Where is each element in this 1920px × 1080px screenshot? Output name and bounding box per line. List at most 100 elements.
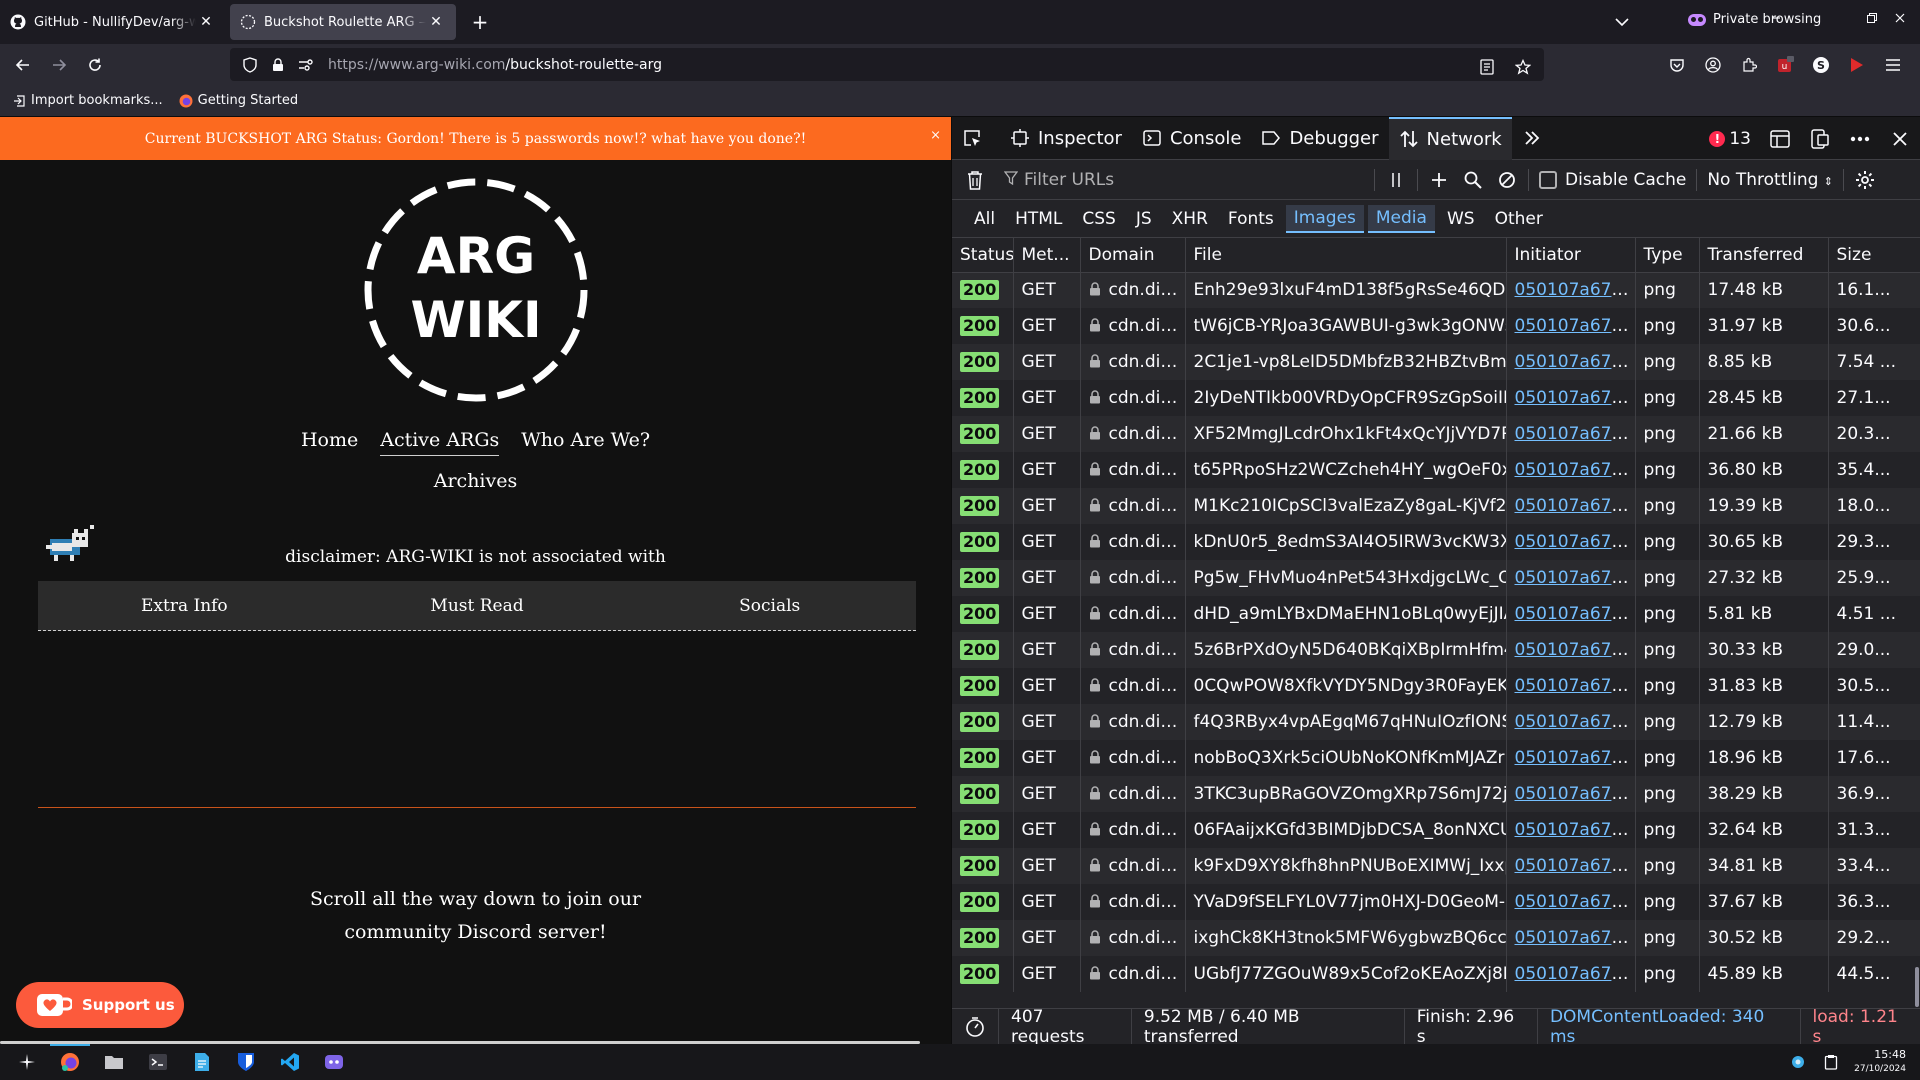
performance-analysis-button[interactable] xyxy=(952,1008,999,1045)
more-options-icon[interactable] xyxy=(1849,128,1871,150)
table-row[interactable]: 200 GET cdn.disco...f4Q3RByx4vpAEgqM67qHNu… xyxy=(952,704,1920,740)
new-tab-button[interactable]: + xyxy=(464,6,496,38)
initiator-link[interactable]: 050107a671... xyxy=(1515,856,1635,876)
column-header-initiator[interactable]: Initiator xyxy=(1506,238,1636,273)
terminal-icon[interactable] xyxy=(147,1051,169,1073)
search-icon[interactable] xyxy=(1462,169,1484,191)
bookmark-getting-started[interactable]: Getting Started xyxy=(179,93,298,108)
table-row[interactable]: 200 GET cdn.disco...M1Kc210ICpSCl3valEzaZy… xyxy=(952,488,1920,524)
extensions-icon[interactable] xyxy=(1738,54,1760,76)
bookmark-import[interactable]: Import bookmarks... xyxy=(12,93,163,108)
extension-s-icon[interactable]: S xyxy=(1810,54,1832,76)
nav-home-link[interactable]: Home xyxy=(301,429,358,456)
initiator-link[interactable]: 050107a671... xyxy=(1515,568,1635,588)
initiator-link[interactable]: 050107a671... xyxy=(1515,496,1635,516)
table-row[interactable]: 200 GET cdn.disco...dHD_a9mLYBxDMaEHN1oBLq… xyxy=(952,596,1920,632)
initiator-link[interactable]: 050107a671... xyxy=(1515,820,1635,840)
system-clock[interactable]: 15:48 27/10/2024 xyxy=(1854,1048,1906,1076)
initiator-link[interactable]: 050107a671... xyxy=(1515,748,1635,768)
filter-images[interactable]: Images xyxy=(1285,204,1364,233)
text-editor-icon[interactable] xyxy=(191,1051,213,1073)
column-header-method[interactable]: Met... xyxy=(1013,238,1081,273)
bookmark-star-icon[interactable] xyxy=(1512,56,1534,78)
lock-icon[interactable] xyxy=(270,57,286,73)
table-row[interactable]: 200 GET cdn.disco...YVaD9fSELFYL0V77jm0HXJ… xyxy=(952,884,1920,920)
close-window-icon[interactable] xyxy=(1890,12,1910,28)
shield-icon[interactable] xyxy=(242,56,258,73)
tab-must-read[interactable]: Must Read xyxy=(331,596,624,616)
nav-active-args-link[interactable]: Active ARGs xyxy=(380,429,500,456)
table-row[interactable]: 200 GET cdn.disco...kDnU0r5_8edmS3AI4O5IRW… xyxy=(952,524,1920,560)
extension-red-icon[interactable]: u xyxy=(1774,54,1796,76)
discord-app-icon[interactable] xyxy=(323,1051,345,1073)
reload-button[interactable] xyxy=(82,52,108,78)
column-header-file[interactable]: File xyxy=(1185,238,1507,273)
initiator-link[interactable]: 050107a671... xyxy=(1515,316,1635,336)
filter-html[interactable]: HTML xyxy=(1007,205,1070,233)
gear-icon[interactable] xyxy=(1854,169,1876,191)
arg-wiki-logo[interactable]: ARG WIKI xyxy=(360,175,592,405)
initiator-link[interactable]: 050107a671... xyxy=(1515,784,1635,804)
trash-icon[interactable] xyxy=(964,169,986,191)
vscode-icon[interactable] xyxy=(279,1051,301,1073)
tab-network[interactable]: Network xyxy=(1388,116,1512,160)
filter-ws[interactable]: WS xyxy=(1439,205,1483,233)
initiator-link[interactable]: 050107a671... xyxy=(1515,676,1635,696)
banner-close-button[interactable]: × xyxy=(930,128,941,143)
split-console-icon[interactable] xyxy=(1769,128,1791,150)
table-row[interactable]: 200 GET cdn.disco...ixghCk8KH3tnok5MFW6ygb… xyxy=(952,920,1920,956)
table-row[interactable]: 200 GET cdn.disco...XF52MmgJLcdrOhx1kFt4xQ… xyxy=(952,416,1920,452)
tab-inspector[interactable]: Inspector xyxy=(1000,117,1132,160)
pause-icon[interactable] xyxy=(1385,169,1407,191)
table-row[interactable]: 200 GET cdn.disco...5z6BrPXdOyN5D640BKqiXB… xyxy=(952,632,1920,668)
responsive-design-icon[interactable] xyxy=(1809,128,1831,150)
table-row[interactable]: 200 GET cdn.disco...2IyDeNTIkb00VRDyOpCFR9… xyxy=(952,380,1920,416)
app-launcher-icon[interactable] xyxy=(16,1051,38,1073)
block-icon[interactable] xyxy=(1496,169,1518,191)
column-header-transferred[interactable]: Transferred xyxy=(1699,238,1829,273)
tab-socials[interactable]: Socials xyxy=(623,596,916,616)
table-row[interactable]: 200 GET cdn.disco...2C1je1-vp8LeID5DMbfzB3… xyxy=(952,344,1920,380)
table-row[interactable]: 200 GET cdn.disco...UGbfJ77ZGOuW89x5Cof2oK… xyxy=(952,956,1920,992)
tab-console[interactable]: Console xyxy=(1132,117,1251,160)
bitwarden-icon[interactable] xyxy=(235,1051,257,1073)
initiator-link[interactable]: 050107a671... xyxy=(1515,388,1635,408)
initiator-link[interactable]: 050107a671... xyxy=(1515,892,1635,912)
table-row[interactable]: 200 GET cdn.disco...k9FxD9XY8kfh8hnPNUBoEX… xyxy=(952,848,1920,884)
column-header-size[interactable]: Size xyxy=(1828,238,1920,273)
reader-view-icon[interactable] xyxy=(1476,56,1498,78)
table-row[interactable]: 200 GET cdn.disco...3TKC3upBRaGOVZOmgXRp7S… xyxy=(952,776,1920,812)
nav-who-are-we-link[interactable]: Who Are We? xyxy=(521,429,650,456)
tray-network-icon[interactable] xyxy=(1787,1051,1809,1073)
close-devtools-icon[interactable] xyxy=(1889,128,1911,150)
account-icon[interactable] xyxy=(1702,54,1724,76)
error-count-badge[interactable]: ! 13 xyxy=(1709,129,1751,149)
filter-fonts[interactable]: Fonts xyxy=(1220,205,1282,233)
restore-icon[interactable] xyxy=(1862,12,1882,28)
initiator-link[interactable]: 050107a671... xyxy=(1515,460,1635,480)
initiator-link[interactable]: 050107a671... xyxy=(1515,640,1635,660)
files-icon[interactable] xyxy=(103,1051,125,1073)
youtube-extension-icon[interactable] xyxy=(1846,54,1868,76)
permissions-icon[interactable] xyxy=(298,57,314,73)
table-row[interactable]: 200 GET cdn.disco...Pg5w_FHvMuo4nPet543Hxd… xyxy=(952,560,1920,596)
initiator-link[interactable]: 050107a671... xyxy=(1515,532,1635,552)
support-us-button[interactable]: Support us xyxy=(16,982,184,1028)
pocket-icon[interactable] xyxy=(1666,54,1688,76)
url-text[interactable]: https://www.arg-wiki.com/buckshot-roulet… xyxy=(328,57,662,73)
filter-other[interactable]: Other xyxy=(1487,205,1551,233)
initiator-link[interactable]: 050107a671... xyxy=(1515,604,1635,624)
filter-urls-input[interactable]: Filter URLs xyxy=(994,165,1364,195)
column-header-type[interactable]: Type xyxy=(1635,238,1700,273)
url-bar[interactable]: https://www.arg-wiki.com/buckshot-roulet… xyxy=(230,48,1544,81)
close-tab-icon[interactable]: ✕ xyxy=(196,14,216,30)
table-row[interactable]: 200 GET cdn.disco...Enh29e93lxuF4mD138f5gR… xyxy=(952,272,1920,308)
column-header-domain[interactable]: Domain xyxy=(1080,238,1186,273)
tab-debugger[interactable]: Debugger xyxy=(1251,117,1388,160)
close-tab-icon[interactable]: ✕ xyxy=(426,14,446,30)
element-picker-button[interactable] xyxy=(952,117,1000,160)
initiator-link[interactable]: 050107a671... xyxy=(1515,928,1635,948)
table-row[interactable]: 200 GET cdn.disco...0CQwPOW8XfkVYDY5NDgy3R… xyxy=(952,668,1920,704)
initiator-link[interactable]: 050107a671... xyxy=(1515,964,1635,984)
table-row[interactable]: 200 GET cdn.disco...nobBoQ3Xrk5ciOUbNoKONf… xyxy=(952,740,1920,776)
